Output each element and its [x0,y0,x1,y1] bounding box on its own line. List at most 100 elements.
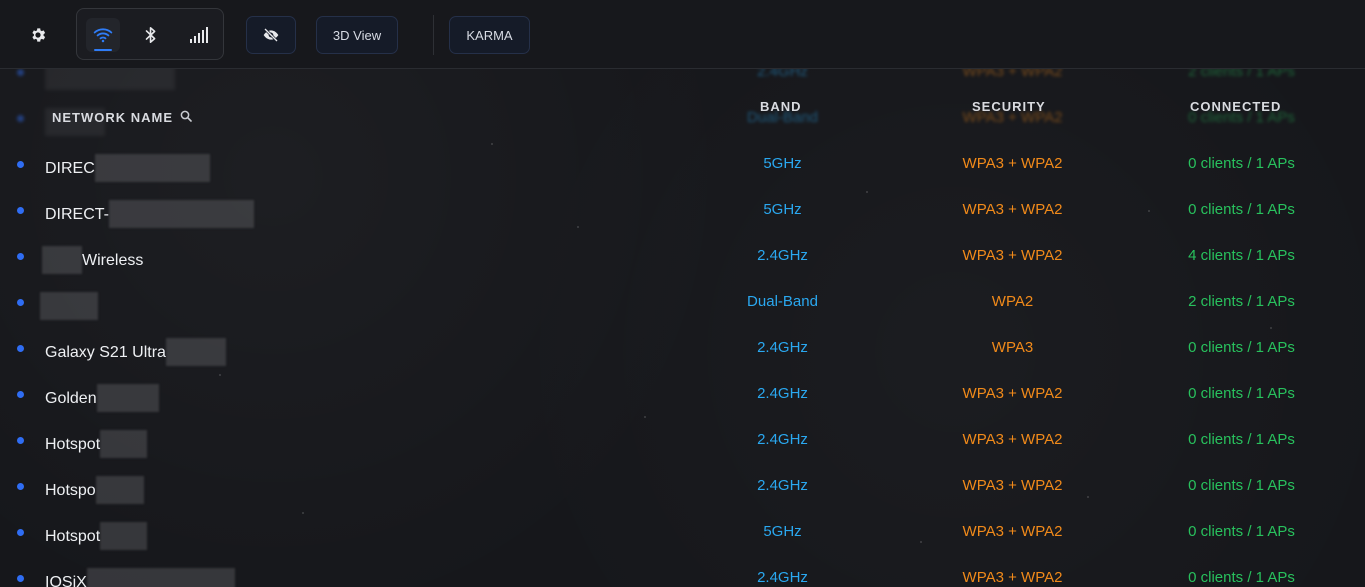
security-cell: WPA3 + WPA2 [962,523,1063,540]
table-row[interactable]: Wireless 2.4GHz WPA3 + WPA2 4 clients / … [0,233,1365,279]
table-header: NETWORK NAME BAND SECURITY CONNECTED [0,93,1365,125]
scan-mode-group [76,8,224,60]
network-name-text: Hotspot [45,527,101,545]
band-cell: 2.4GHz [757,247,808,264]
security-cell: WPA3 + WPA2 [962,477,1063,494]
connected-cell: 0 clients / 1 APs [1188,201,1295,218]
signal-bars-icon [190,27,208,43]
network-name: DIRECT- [45,200,254,228]
network-name-text: DIREC [45,159,95,177]
table-row[interactable]: Hotspot 2.4GHz WPA3 + WPA2 0 clients / 1… [0,417,1365,463]
security-cell: WPA3 [991,339,1034,356]
cellular-mode-button[interactable] [182,18,216,52]
wifi-mode-button[interactable] [86,18,120,52]
header-network-name[interactable]: NETWORK NAME [52,110,173,125]
header-connected[interactable]: CONNECTED [1190,99,1281,114]
table-row[interactable]: IOSiX 2.4GHz WPA3 + WPA2 0 clients / 1 A… [0,555,1365,587]
network-name: Hotspot [45,522,148,550]
bluetooth-icon [145,26,156,44]
network-name-text: DIRECT- [45,205,109,223]
band-cell: 5GHz [763,155,802,172]
network-dot [17,391,24,398]
top-toolbar: 3D View KARMA [0,0,1365,69]
network-dot [17,483,24,490]
band-cell: 2.4GHz [757,477,808,494]
network-dot [17,529,24,536]
wifi-icon [93,28,113,43]
gear-icon [32,28,46,42]
network-name: IOSiX [45,568,235,587]
redacted-block [42,246,82,274]
redacted-block [95,476,144,504]
visibility-toggle-button[interactable] [246,16,296,54]
network-name-text: Hotspot [45,435,101,453]
security-cell: WPA3 + WPA2 [962,385,1063,402]
connected-cell: 0 clients / 1 APs [1188,431,1295,448]
network-name: Golden [45,384,159,412]
table-row[interactable]: Hotspo 2.4GHz WPA3 + WPA2 0 clients / 1 … [0,463,1365,509]
security-cell: WPA3 + WPA2 [962,155,1063,172]
redacted-block [94,154,210,182]
table-row[interactable]: Dual-Band WPA2 2 clients / 1 APs [0,279,1365,325]
connected-cell: 2 clients / 1 APs [1188,293,1295,310]
network-name: Wireless [42,246,144,274]
bluetooth-mode-button[interactable] [134,18,168,52]
band-cell: 2.4GHz [757,569,808,586]
redacted-block [100,522,148,550]
band-cell: 2.4GHz [757,339,808,356]
3d-view-button[interactable]: 3D View [316,16,398,54]
network-dot [17,299,24,306]
band-cell: 5GHz [763,201,802,218]
network-name: DIREC [45,154,210,182]
redacted-block [96,384,159,412]
table-row[interactable]: Golden 2.4GHz WPA3 + WPA2 0 clients / 1 … [0,371,1365,417]
table-row[interactable]: DIRECT- 5GHz WPA3 + WPA2 0 clients / 1 A… [0,187,1365,233]
redacted-block [40,292,98,320]
table-row[interactable]: DIREC 5GHz WPA3 + WPA2 0 clients / 1 APs [0,141,1365,187]
network-name-text: IOSiX [45,573,87,587]
connected-cell: 0 clients / 1 APs [1188,385,1295,402]
table-row[interactable]: Galaxy S21 Ultra 2.4GHz WPA3 0 clients /… [0,325,1365,371]
network-name-text: Hotspo [45,481,96,499]
karma-button[interactable]: KARMA [449,16,530,54]
connected-cell: 0 clients / 1 APs [1188,477,1295,494]
redacted-block [165,338,226,366]
network-dot [17,207,24,214]
connected-cell: 0 clients / 1 APs [1188,155,1295,172]
redacted-block [86,568,235,587]
security-cell: WPA3 + WPA2 [962,431,1063,448]
security-cell: WPA3 + WPA2 [962,569,1063,586]
network-dot [17,161,24,168]
toolbar-divider [433,15,434,55]
eye-off-icon [263,28,279,42]
redacted-block [100,430,148,458]
network-name-text: Galaxy S21 Ultra [45,343,166,361]
connected-cell: 0 clients / 1 APs [1188,569,1295,586]
header-band[interactable]: BAND [760,99,802,114]
connected-cell: 0 clients / 1 APs [1188,523,1295,540]
search-icon[interactable] [180,110,192,125]
band-cell: 2.4GHz [757,431,808,448]
network-name: Hotspo [45,476,144,504]
network-name-text: Wireless [82,251,144,269]
network-name [40,292,98,320]
band-cell: 5GHz [763,523,802,540]
redacted-block [109,200,254,228]
network-dot [17,575,24,582]
network-dot [17,345,24,352]
settings-button[interactable] [22,19,54,51]
network-dot [17,253,24,260]
band-cell: Dual-Band [747,293,818,310]
connected-cell: 0 clients / 1 APs [1188,339,1295,356]
network-name: Hotspot [45,430,148,458]
security-cell: WPA3 + WPA2 [962,247,1063,264]
security-cell: WPA3 + WPA2 [962,201,1063,218]
connected-cell: 4 clients / 1 APs [1188,247,1295,264]
network-name-text: Golden [45,389,97,407]
header-security[interactable]: SECURITY [972,99,1046,114]
table-row[interactable]: Hotspot 5GHz WPA3 + WPA2 0 clients / 1 A… [0,509,1365,555]
security-cell: WPA2 [991,293,1034,310]
network-dot [17,69,24,76]
band-cell: 2.4GHz [757,385,808,402]
network-dot [17,437,24,444]
